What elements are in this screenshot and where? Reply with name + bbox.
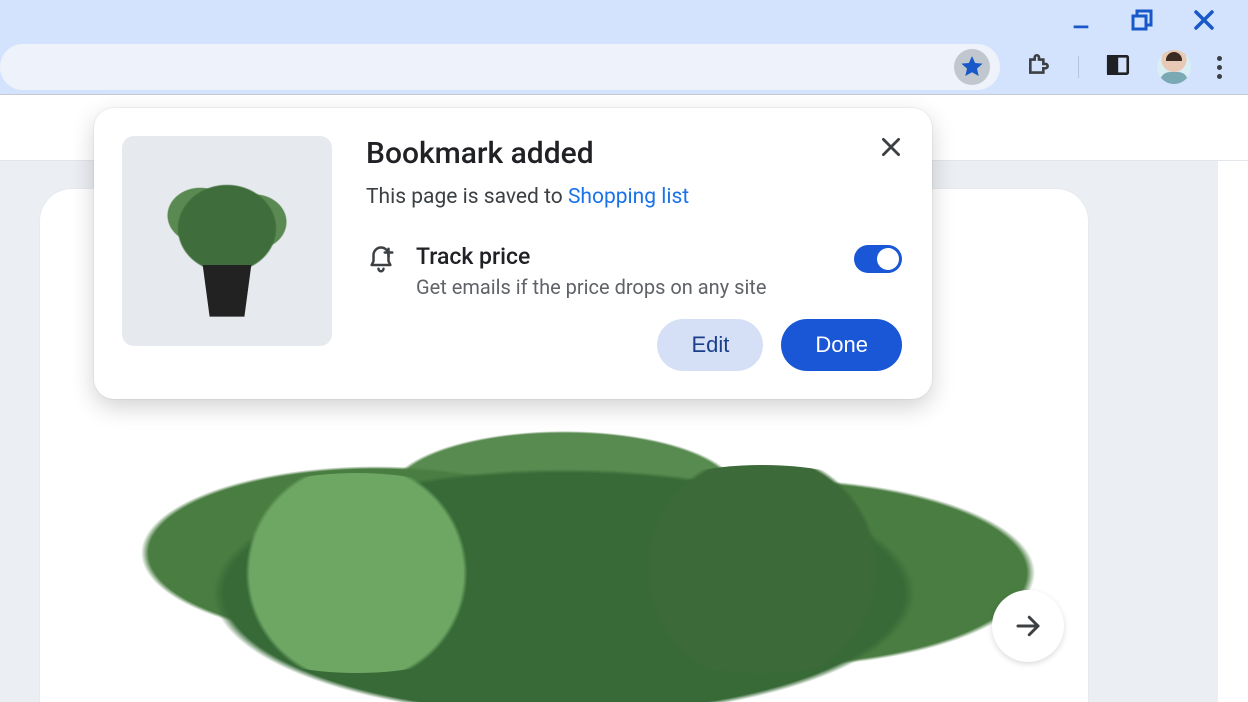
window-titlebar bbox=[0, 0, 1248, 40]
page-gutter bbox=[1218, 161, 1248, 702]
star-filled-icon bbox=[959, 54, 985, 80]
minimize-button[interactable] bbox=[1070, 9, 1092, 31]
dialog-actions: Edit Done bbox=[366, 319, 902, 371]
browser-toolbar bbox=[0, 40, 1248, 95]
close-icon bbox=[878, 134, 904, 160]
bookmark-star-button[interactable] bbox=[954, 49, 990, 85]
track-price-row: Track price Get emails if the price drop… bbox=[366, 243, 902, 301]
price-alert-icon bbox=[366, 243, 398, 279]
restore-button[interactable] bbox=[1130, 8, 1154, 32]
extensions-button[interactable] bbox=[1026, 52, 1052, 82]
next-image-button[interactable] bbox=[992, 590, 1064, 662]
chrome-menu-button[interactable] bbox=[1217, 56, 1222, 79]
side-panel-icon bbox=[1105, 52, 1131, 78]
track-price-description: Get emails if the price drops on any sit… bbox=[416, 274, 796, 301]
toolbar-actions bbox=[1000, 50, 1240, 84]
close-window-button[interactable] bbox=[1192, 8, 1216, 32]
bell-plus-icon bbox=[366, 245, 396, 275]
product-image bbox=[92, 353, 1035, 702]
profile-avatar-button[interactable] bbox=[1157, 50, 1191, 84]
track-price-title: Track price bbox=[416, 243, 836, 270]
toolbar-separator bbox=[1078, 56, 1079, 78]
saved-to-prefix: This page is saved to bbox=[366, 185, 568, 209]
bookmark-added-dialog: Bookmark added This page is saved to Sho… bbox=[94, 108, 932, 399]
track-price-toggle[interactable] bbox=[854, 245, 902, 273]
arrow-right-icon bbox=[1013, 611, 1043, 641]
side-panel-button[interactable] bbox=[1105, 52, 1131, 82]
puzzle-icon bbox=[1026, 52, 1052, 78]
bookmark-thumbnail bbox=[122, 136, 332, 346]
address-bar[interactable] bbox=[0, 44, 1000, 90]
bookmark-folder-link[interactable]: Shopping list bbox=[568, 185, 689, 209]
dialog-title: Bookmark added bbox=[366, 136, 902, 171]
saved-to-text: This page is saved to Shopping list bbox=[366, 185, 902, 209]
done-button[interactable]: Done bbox=[781, 319, 902, 371]
edit-button[interactable]: Edit bbox=[657, 319, 763, 371]
dialog-close-button[interactable] bbox=[878, 134, 904, 164]
